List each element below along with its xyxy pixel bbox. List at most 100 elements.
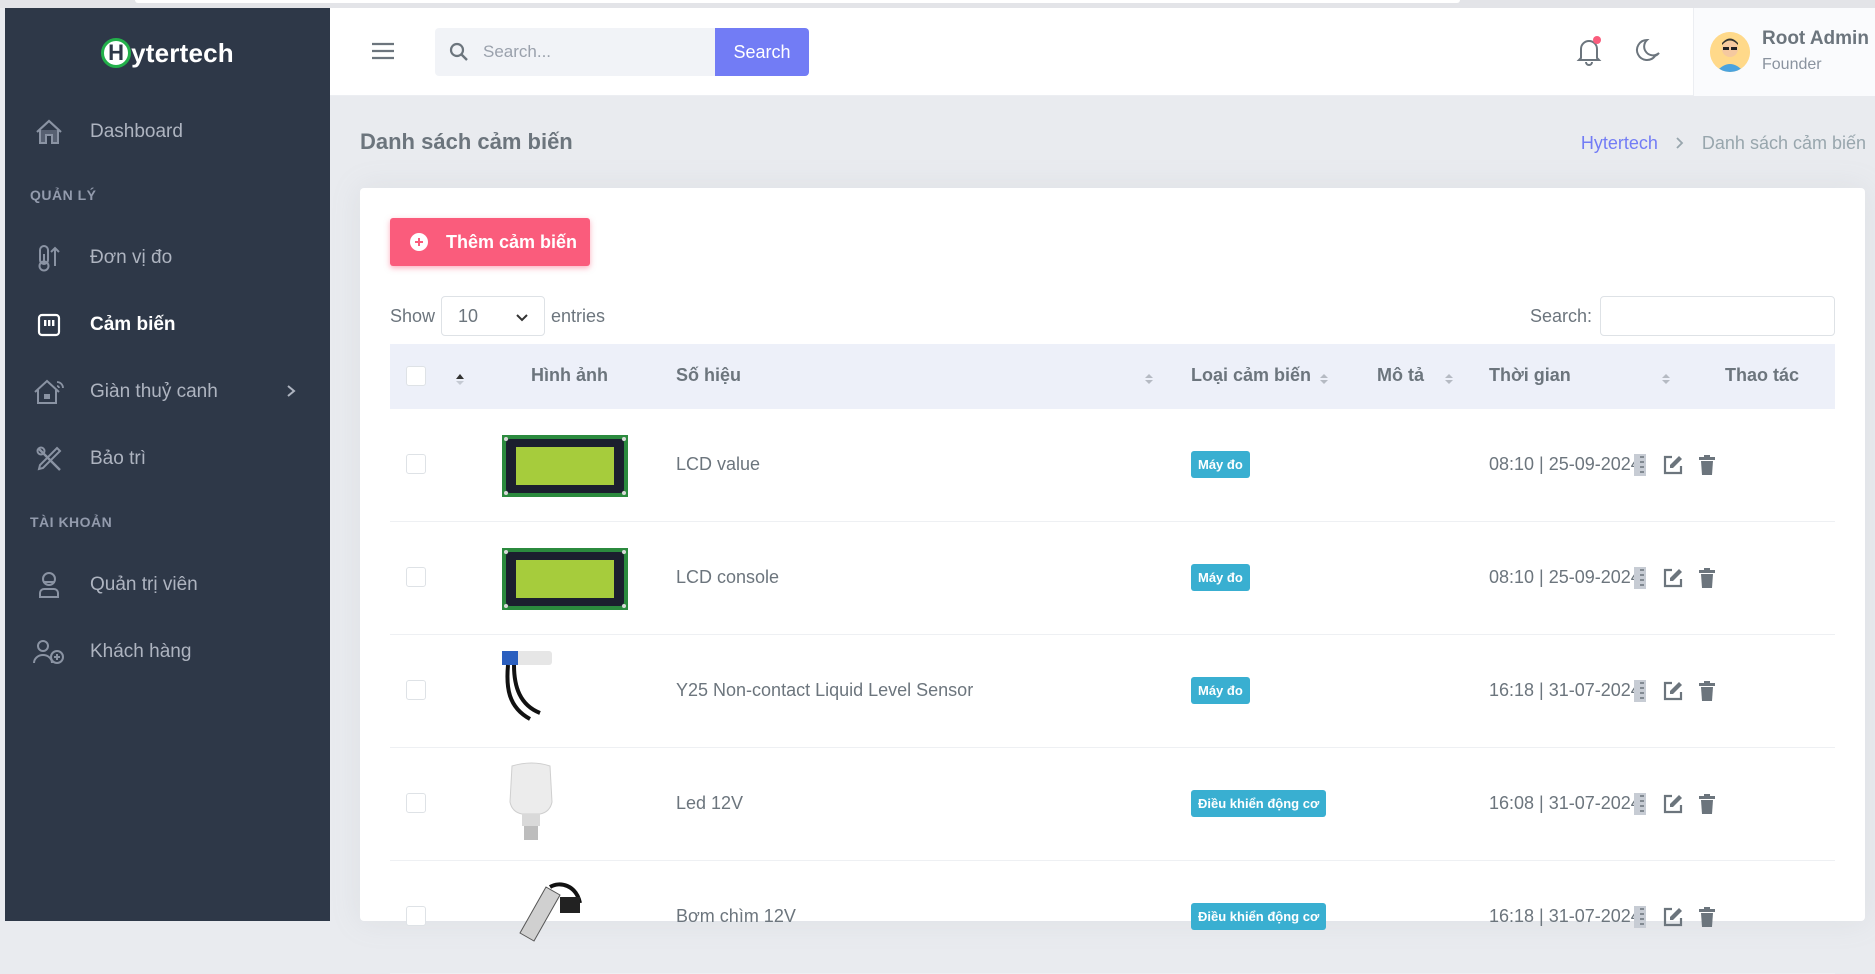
row-checkbox[interactable]: [406, 906, 426, 926]
brand-logo-mark: H: [101, 38, 132, 68]
sidebar-item-label: Dashboard: [90, 120, 183, 142]
column-header-image[interactable]: Hình ảnh: [531, 365, 608, 386]
smart-home-icon: [33, 376, 65, 408]
entries-length-control: Show 10 entries: [390, 296, 605, 336]
detail-icon[interactable]: [1632, 792, 1648, 821]
edit-icon[interactable]: [1662, 680, 1684, 707]
sort-icon[interactable]: [1661, 370, 1671, 391]
sidebar-item-hydroponic-racks[interactable]: Giàn thuỷ canh: [5, 358, 330, 425]
led-bulb-image: [500, 760, 630, 850]
row-checkbox[interactable]: [406, 567, 426, 587]
user-role: Founder: [1762, 56, 1822, 73]
select-all-checkbox[interactable]: [406, 366, 426, 386]
column-header-description[interactable]: Mô tả: [1377, 365, 1424, 386]
lcd-module-image: [500, 421, 630, 511]
row-time: 16:18 | 31-07-2024: [1489, 906, 1641, 926]
sensor-list-card: Thêm cảm biến Show 10 entries Search: Hì…: [360, 188, 1865, 974]
tools-icon: [33, 443, 65, 475]
edit-icon[interactable]: [1662, 793, 1684, 820]
delete-icon[interactable]: [1698, 680, 1716, 707]
plus-circle-icon: [410, 233, 428, 251]
edit-icon[interactable]: [1662, 906, 1684, 933]
detail-icon[interactable]: [1632, 566, 1648, 595]
sensor-table: Hình ảnh Số hiệu Loại cảm biến Mô tả Thờ…: [390, 344, 1835, 974]
row-checkbox[interactable]: [406, 793, 426, 813]
sort-icon[interactable]: [1444, 370, 1454, 391]
sidebar-item-dashboard[interactable]: Dashboard: [5, 98, 330, 165]
entries-select[interactable]: 10: [441, 296, 546, 336]
row-code: Led 12V: [676, 793, 744, 813]
search-button[interactable]: Search: [715, 28, 809, 76]
column-header-code[interactable]: Số hiệu: [676, 365, 741, 386]
badge-label: Máy đo: [1191, 677, 1250, 704]
table-row: Led 12V Điều khiển động cơ 16:08 | 31-07…: [390, 748, 1835, 861]
column-header-actions: Thao tác: [1725, 365, 1800, 385]
row-code: LCD value: [676, 454, 761, 474]
row-type-badge: Điều khiển động cơ: [1191, 790, 1327, 817]
search-icon: [449, 42, 469, 62]
row-type-badge: Máy đo: [1191, 451, 1250, 478]
sidebar-item-sensors[interactable]: Cảm biến: [5, 291, 330, 358]
chevron-right-icon: [286, 382, 296, 404]
badge-label: Máy đo: [1191, 451, 1250, 478]
dark-mode-moon-icon[interactable]: [1635, 36, 1663, 69]
row-actions: [1632, 453, 1716, 482]
row-time: 08:10 | 25-09-2024: [1489, 454, 1641, 474]
show-label: Show: [390, 305, 436, 326]
table-search-input[interactable]: [1600, 296, 1835, 336]
sidebar-item-label: Cảm biến: [90, 313, 176, 335]
avatar: [1710, 32, 1750, 72]
add-sensor-label: Thêm cảm biến: [446, 231, 578, 252]
sidebar-item-maintenance[interactable]: Bảo trì: [5, 425, 330, 492]
detail-icon[interactable]: [1632, 453, 1648, 482]
detail-icon[interactable]: [1632, 905, 1648, 934]
row-type-badge: Máy đo: [1191, 677, 1250, 704]
edit-icon[interactable]: [1662, 454, 1684, 481]
row-time: 08:10 | 25-09-2024: [1489, 567, 1641, 587]
column-header-sensor-type[interactable]: Loại cảm biến: [1191, 365, 1311, 386]
breadcrumb: Hytertech Danh sách cảm biến: [1581, 133, 1866, 154]
table-search-label: Search:: [1529, 305, 1592, 326]
row-actions: [1632, 905, 1716, 934]
delete-icon[interactable]: [1698, 793, 1716, 820]
sort-asc-icon[interactable]: [455, 370, 465, 391]
sidebar-item-label: Khách hàng: [90, 640, 192, 662]
badge-label: Điều khiển động cơ: [1191, 790, 1327, 817]
sensor-icon: [33, 309, 65, 341]
row-time: 16:18 | 31-07-2024: [1489, 680, 1641, 700]
menu-toggle-icon[interactable]: [370, 41, 396, 66]
row-code: Bơm chìm 12V: [676, 906, 796, 926]
user-name: Root Admin: [1762, 28, 1869, 49]
sidebar-item-customers[interactable]: Khách hàng: [5, 618, 330, 685]
delete-icon[interactable]: [1698, 567, 1716, 594]
sidebar-section-management: QUẢN LÝ: [30, 186, 97, 203]
notification-dot: [1593, 36, 1601, 44]
notification-bell-icon[interactable]: [1575, 36, 1603, 71]
add-sensor-button[interactable]: Thêm cảm biến: [390, 218, 590, 266]
chevron-down-icon: [516, 306, 528, 327]
sort-icon[interactable]: [1144, 370, 1154, 391]
row-code: Y25 Non-contact Liquid Level Sensor: [676, 680, 974, 700]
topbar: Search Root Admin Founder: [330, 8, 1875, 96]
sort-icon[interactable]: [1319, 370, 1329, 391]
column-header-time[interactable]: Thời gian: [1489, 365, 1571, 386]
sidebar-item-label: Giàn thuỷ canh: [90, 380, 218, 402]
sidebar-item-administrators[interactable]: Quản trị viên: [5, 551, 330, 618]
sidebar-item-units[interactable]: Đơn vị đo: [5, 224, 330, 291]
row-type-badge: Điều khiển động cơ: [1191, 903, 1327, 930]
breadcrumb-home-link[interactable]: Hytertech: [1581, 133, 1658, 154]
row-checkbox[interactable]: [406, 454, 426, 474]
user-menu[interactable]: Root Admin Founder: [1693, 8, 1875, 96]
entries-label: entries: [551, 305, 606, 326]
edit-icon[interactable]: [1662, 567, 1684, 594]
delete-icon[interactable]: [1698, 454, 1716, 481]
search-input[interactable]: [483, 42, 703, 62]
brand-logo[interactable]: H ytertech: [5, 8, 330, 98]
detail-icon[interactable]: [1632, 679, 1648, 708]
table-row: Y25 Non-contact Liquid Level Sensor Máy …: [390, 635, 1835, 748]
delete-icon[interactable]: [1698, 906, 1716, 933]
sidebar-item-label: Đơn vị đo: [90, 246, 173, 268]
row-checkbox[interactable]: [406, 680, 426, 700]
row-actions: [1632, 566, 1716, 595]
table-filter-control: Search:: [1530, 296, 1835, 336]
